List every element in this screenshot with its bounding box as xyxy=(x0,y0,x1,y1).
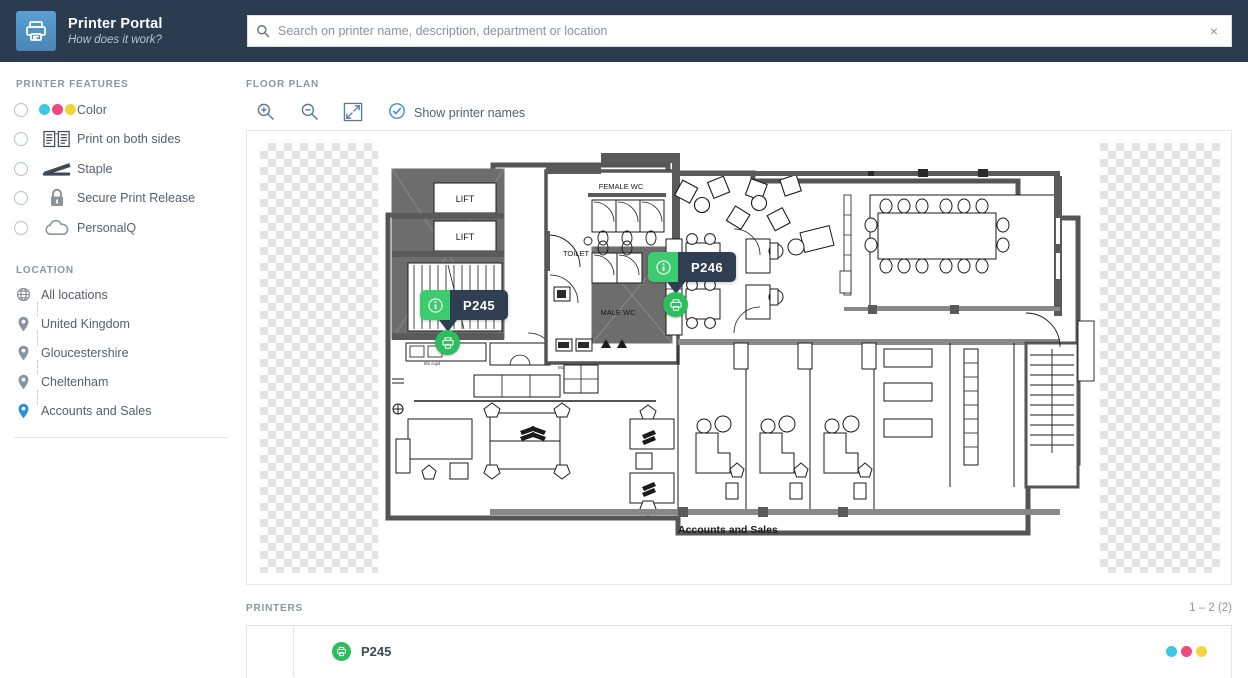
checkbox-checked-icon xyxy=(389,103,405,124)
brand: Printer Portal How does it work? xyxy=(0,11,230,51)
fit-to-screen-button[interactable] xyxy=(331,96,375,130)
marker-bubble[interactable]: P245 xyxy=(420,290,508,320)
marker-label: P245 xyxy=(450,290,508,320)
globe-icon xyxy=(14,287,32,302)
feature-secure-print[interactable]: Secure Print Release xyxy=(14,184,229,214)
show-printer-names-label: Show printer names xyxy=(414,106,525,120)
info-icon[interactable] xyxy=(420,290,450,320)
clear-search-icon[interactable]: × xyxy=(1197,16,1231,46)
svg-text:Accounts and Sales: Accounts and Sales xyxy=(678,524,778,536)
feature-personalq[interactable]: PersonalQ xyxy=(14,213,229,243)
printer-logo-icon xyxy=(16,11,56,51)
radio-duplex[interactable] xyxy=(14,132,28,146)
feature-label: PersonalQ xyxy=(77,221,136,235)
zoom-out-button[interactable] xyxy=(287,96,331,130)
lock-icon xyxy=(37,187,77,209)
app-title: Printer Portal xyxy=(68,15,163,33)
floor-plan-canvas[interactable]: LIFT LIFT xyxy=(260,143,1220,573)
duplex-icon xyxy=(37,128,77,150)
location-item-cheltenham[interactable]: Cheltenham xyxy=(14,368,230,397)
row-name-cell: P245 xyxy=(294,642,1162,661)
radio-color[interactable] xyxy=(14,103,28,117)
yellow-dot-icon xyxy=(1196,646,1207,657)
floor-plan-toolbar: Show printer names xyxy=(243,96,525,130)
table-row[interactable]: P245 xyxy=(247,626,1231,677)
main-content: FLOOR PLAN xyxy=(231,62,1248,678)
svg-text:FEMALE WC: FEMALE WC xyxy=(599,182,644,191)
location-label: United Kingdom xyxy=(41,317,130,331)
feature-label: Print on both sides xyxy=(77,132,181,146)
feature-duplex[interactable]: Print on both sides xyxy=(14,125,229,155)
printer-features-heading: PRINTER FEATURES xyxy=(16,79,129,90)
feature-label: Staple xyxy=(77,162,112,176)
radio-secure-print[interactable] xyxy=(14,191,28,205)
app-header: Printer Portal How does it work? × xyxy=(0,0,1248,62)
cmy-dots-icon xyxy=(37,99,77,121)
zoom-in-icon xyxy=(256,102,275,124)
svg-text:Bin cupd: Bin cupd xyxy=(424,361,441,366)
floor-plan-frame: LIFT LIFT xyxy=(246,130,1232,585)
location-label: Accounts and Sales xyxy=(41,404,152,418)
printer-icon[interactable] xyxy=(435,330,460,355)
sidebar-divider xyxy=(14,437,229,438)
printer-icon xyxy=(332,642,351,661)
feature-label: Secure Print Release xyxy=(77,191,195,205)
map-pin-icon xyxy=(14,316,32,332)
location-item-gloucestershire[interactable]: Gloucestershire xyxy=(14,338,230,367)
floor-plan-heading: FLOOR PLAN xyxy=(246,79,319,90)
zoom-in-button[interactable] xyxy=(243,96,287,130)
map-pin-icon xyxy=(14,374,32,390)
row-select-cell[interactable] xyxy=(247,626,294,677)
search-bar[interactable]: × xyxy=(247,15,1232,47)
magenta-dot-icon xyxy=(1181,646,1192,657)
floor-plan-drawing: LIFT LIFT xyxy=(378,143,1100,573)
location-heading: LOCATION xyxy=(16,265,74,276)
sidebar: PRINTER FEATURES Color xyxy=(0,62,231,678)
feature-color[interactable]: Color xyxy=(14,95,229,125)
svg-text:MALE WC: MALE WC xyxy=(600,308,636,317)
radio-personalq[interactable] xyxy=(14,221,28,235)
location-item-accounts-and-sales[interactable]: Accounts and Sales xyxy=(14,397,230,426)
search-icon xyxy=(248,24,278,38)
printer-marker-p246[interactable]: P246 xyxy=(648,252,736,294)
svg-text:TOILET: TOILET xyxy=(563,249,590,258)
stapler-icon xyxy=(37,158,77,180)
map-pin-icon xyxy=(14,345,32,361)
svg-text:LIFT: LIFT xyxy=(456,194,475,204)
printer-features-list: Color Print on both sides xyxy=(14,95,229,243)
svg-text:LIFT: LIFT xyxy=(456,232,475,242)
location-list: All locations United Kingdom Gloucesters… xyxy=(14,280,230,426)
app-subtitle[interactable]: How does it work? xyxy=(68,33,163,47)
radio-staple[interactable] xyxy=(14,162,28,176)
search-input[interactable] xyxy=(278,17,1197,45)
printers-heading: PRINTERS xyxy=(246,603,303,614)
location-label: Gloucestershire xyxy=(41,346,129,360)
printer-color-capability xyxy=(1162,646,1231,657)
feature-staple[interactable]: Staple xyxy=(14,154,229,184)
info-icon[interactable] xyxy=(648,252,678,282)
location-item-united-kingdom[interactable]: United Kingdom xyxy=(14,309,230,338)
location-item-all-locations[interactable]: All locations xyxy=(14,280,230,309)
show-printer-names-toggle[interactable]: Show printer names xyxy=(389,103,525,124)
printer-icon[interactable] xyxy=(663,292,688,317)
map-pin-icon xyxy=(14,403,32,419)
printers-table: P245 xyxy=(246,625,1232,678)
location-label: All locations xyxy=(41,288,108,302)
printer-name: P245 xyxy=(361,644,391,659)
printers-range: 1 – 2 (2) xyxy=(1189,602,1232,614)
feature-label: Color xyxy=(77,103,107,117)
cyan-dot-icon xyxy=(1166,646,1177,657)
zoom-out-icon xyxy=(300,102,319,124)
marker-bubble[interactable]: P246 xyxy=(648,252,736,282)
marker-label: P246 xyxy=(678,252,736,282)
location-label: Cheltenham xyxy=(41,375,108,389)
printer-marker-p245[interactable]: P245 xyxy=(420,290,508,332)
cloud-icon xyxy=(37,217,77,239)
fit-screen-icon xyxy=(343,102,363,125)
